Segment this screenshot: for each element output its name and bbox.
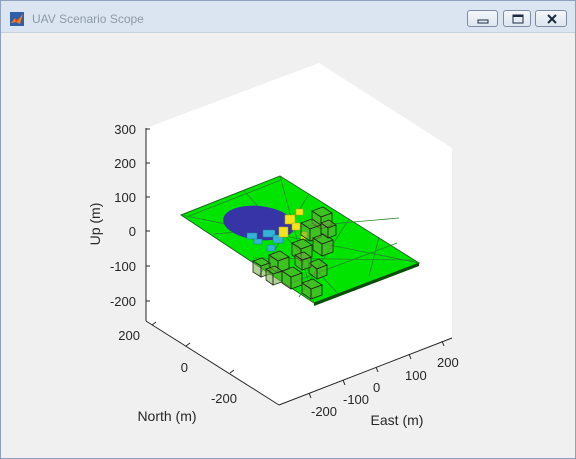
up-tick-label: 0 <box>129 224 136 239</box>
east-axis-label: East (m) <box>371 412 424 428</box>
north-tick-label: -200 <box>211 391 237 406</box>
maximize-icon <box>512 14 524 24</box>
title-bar[interactable]: UAV Scenario Scope <box>1 1 575 33</box>
close-button[interactable] <box>535 10 567 27</box>
east-tick-label: -100 <box>343 392 369 407</box>
minimize-button[interactable] <box>467 10 498 27</box>
maximize-button[interactable] <box>503 10 531 27</box>
up-axis-label: Up (m) <box>87 203 103 246</box>
east-tick-label: -200 <box>311 404 337 419</box>
north-axis-label: North (m) <box>137 408 196 424</box>
up-tick-label: 300 <box>114 122 136 137</box>
minimize-icon <box>477 19 489 24</box>
window-title: UAV Scenario Scope <box>32 12 144 26</box>
close-icon <box>547 14 557 24</box>
up-tick-label: 200 <box>114 156 136 171</box>
east-tick-label: 200 <box>437 355 459 370</box>
figure-area: 300 200 100 0 -100 -200 200 0 -200 -200 … <box>9 33 567 450</box>
scope-window: UAV Scenario Scope 300 200 100 0 -100 -2… <box>0 0 576 459</box>
up-tick-label: 100 <box>114 190 136 205</box>
up-tick-label: -100 <box>110 259 136 274</box>
matlab-app-icon <box>10 12 24 26</box>
north-tick-label: 0 <box>181 360 188 375</box>
scenario-3d-axes[interactable]: 300 200 100 0 -100 -200 200 0 -200 -200 … <box>9 33 567 450</box>
up-tick-label: -200 <box>110 294 136 309</box>
east-tick-label: 0 <box>373 380 380 395</box>
east-tick-label: 100 <box>405 368 427 383</box>
north-tick-label: 200 <box>118 328 140 343</box>
